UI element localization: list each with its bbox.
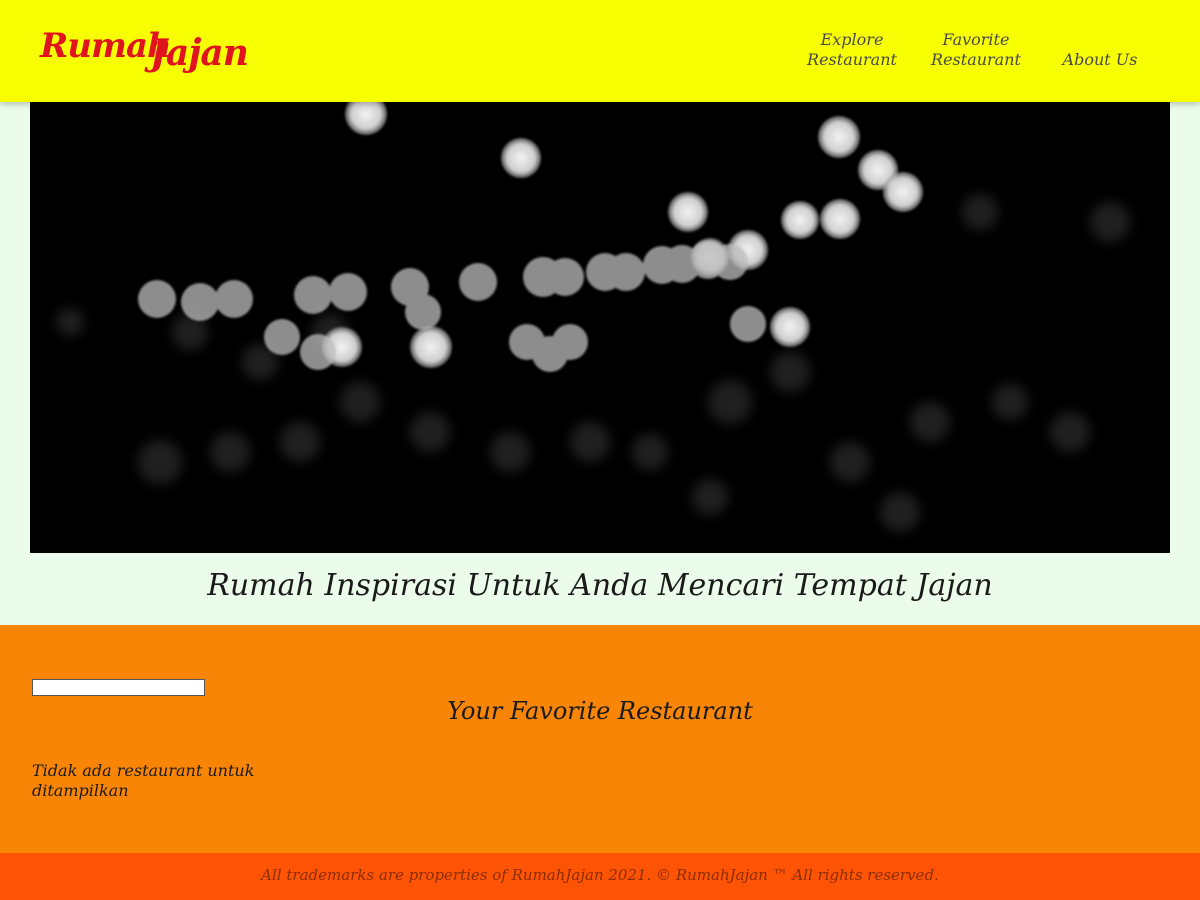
section-title: Your Favorite Restaurant — [447, 697, 753, 725]
nav-about-us[interactable]: About Us — [1045, 50, 1155, 70]
site-logo[interactable]: Rumah Jajan — [40, 18, 249, 80]
nav-favorite-line1: Favorite — [942, 30, 1010, 49]
search-input[interactable] — [32, 679, 205, 696]
bokeh-lights-image — [56, 102, 1130, 532]
logo-word-jajan: Jajan — [150, 32, 249, 74]
favorite-section: Your Favorite Restaurant Tidak ada resta… — [0, 625, 1200, 853]
footer-copyright: All trademarks are properties of RumahJa… — [261, 866, 939, 884]
hero-image — [30, 102, 1170, 553]
app-footer: All trademarks are properties of RumahJa… — [0, 853, 1200, 900]
nav-favorite-line2: Restaurant — [931, 50, 1021, 69]
nav-explore-line1: Explore — [820, 30, 884, 49]
nav-explore-line2: Restaurant — [807, 50, 897, 69]
app-header: Rumah Jajan Explore Restaurant Favorite … — [0, 0, 1200, 102]
empty-state-message: Tidak ada restaurant untuk ditampilkan — [32, 761, 255, 800]
nav-favorite-restaurant[interactable]: Favorite Restaurant — [921, 30, 1031, 70]
nav-explore-restaurant[interactable]: Explore Restaurant — [797, 30, 907, 70]
hero-tagline: Rumah Inspirasi Untuk Anda Mencari Tempa… — [207, 568, 993, 603]
